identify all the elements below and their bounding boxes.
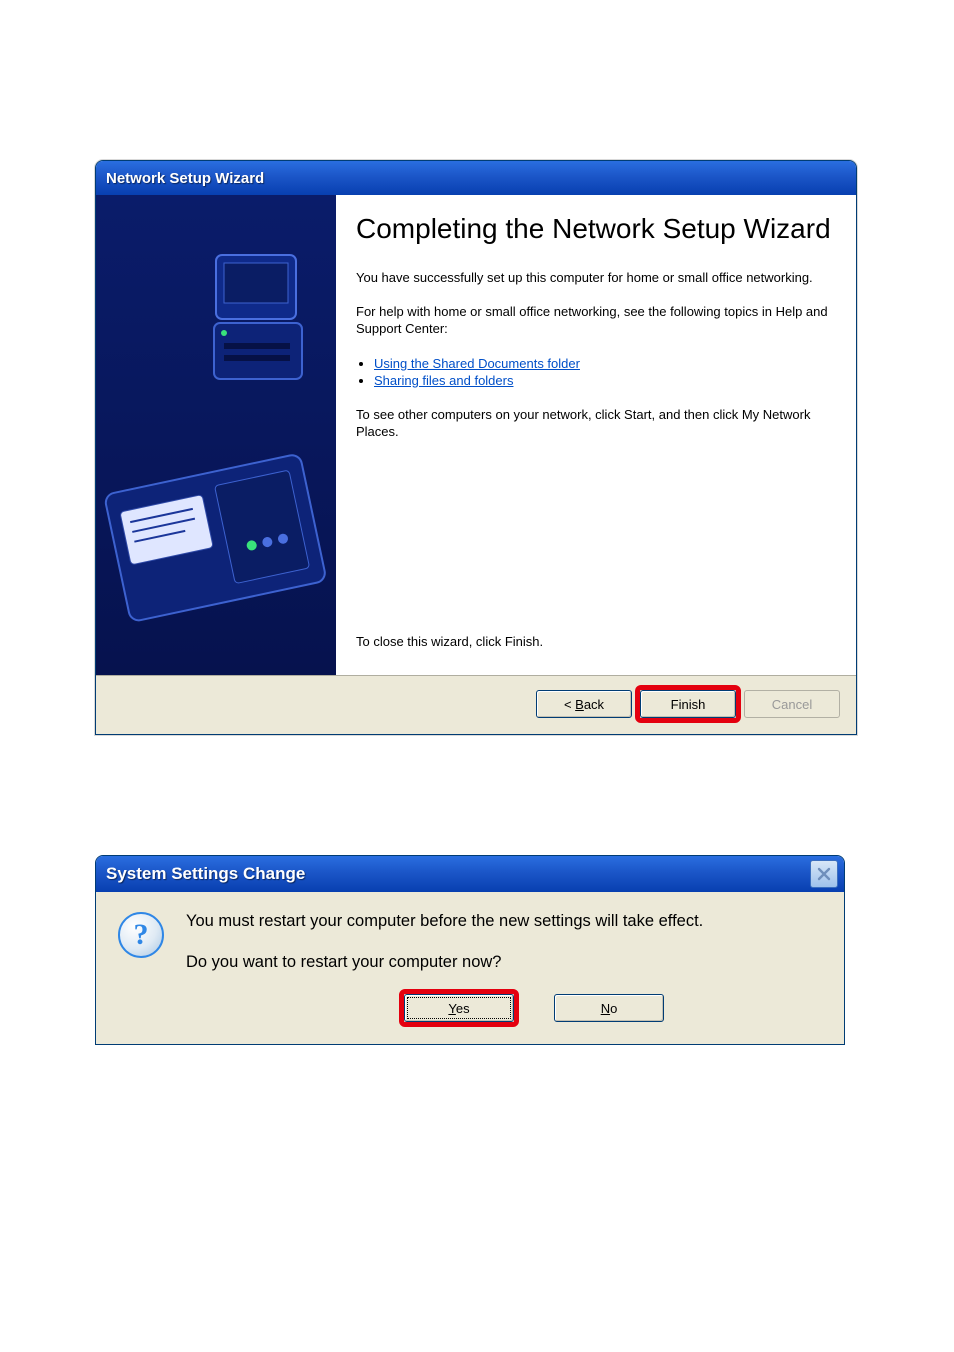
wizard-titlebar: Network Setup Wizard — [96, 161, 856, 195]
yes-button[interactable]: Yes — [404, 994, 514, 1022]
wizard-button-bar: < Back Finish Cancel — [96, 675, 856, 734]
wizard-help-links: Using the Shared Documents folder Sharin… — [374, 354, 836, 390]
dialog-line-1: You must restart your computer before th… — [186, 912, 822, 931]
wizard-paragraph-2: For help with home or small office netwo… — [356, 303, 836, 338]
wizard-heading: Completing the Network Setup Wizard — [356, 213, 836, 245]
system-settings-change-dialog: System Settings Change ? You must restar… — [95, 855, 845, 1045]
wizard-paragraph-3: To see other computers on your network, … — [356, 406, 836, 441]
wizard-side-graphic — [96, 195, 336, 675]
back-button[interactable]: < Back — [536, 690, 632, 718]
wizard-title: Network Setup Wizard — [106, 170, 264, 187]
wizard-content: Completing the Network Setup Wizard You … — [336, 195, 856, 675]
cancel-button: Cancel — [744, 690, 840, 718]
highlight-yes: Yes — [399, 989, 519, 1027]
wizard-paragraph-4: To close this wizard, click Finish. — [356, 633, 836, 651]
link-shared-documents[interactable]: Using the Shared Documents folder — [374, 356, 580, 371]
dialog-button-row: Yes No — [186, 994, 822, 1022]
close-icon[interactable] — [810, 860, 838, 888]
wizard-paragraph-1: You have successfully set up this comput… — [356, 269, 836, 287]
no-button[interactable]: No — [554, 994, 664, 1022]
dialog-title: System Settings Change — [106, 864, 305, 884]
highlight-finish: Finish — [635, 685, 741, 723]
dialog-line-2: Do you want to restart your computer now… — [186, 953, 822, 972]
dialog-titlebar: System Settings Change — [96, 856, 844, 892]
question-icon: ? — [118, 912, 164, 958]
network-setup-wizard-window: Network Setup Wizard — [95, 160, 857, 735]
finish-button[interactable]: Finish — [640, 690, 736, 718]
link-sharing-files[interactable]: Sharing files and folders — [374, 373, 513, 388]
